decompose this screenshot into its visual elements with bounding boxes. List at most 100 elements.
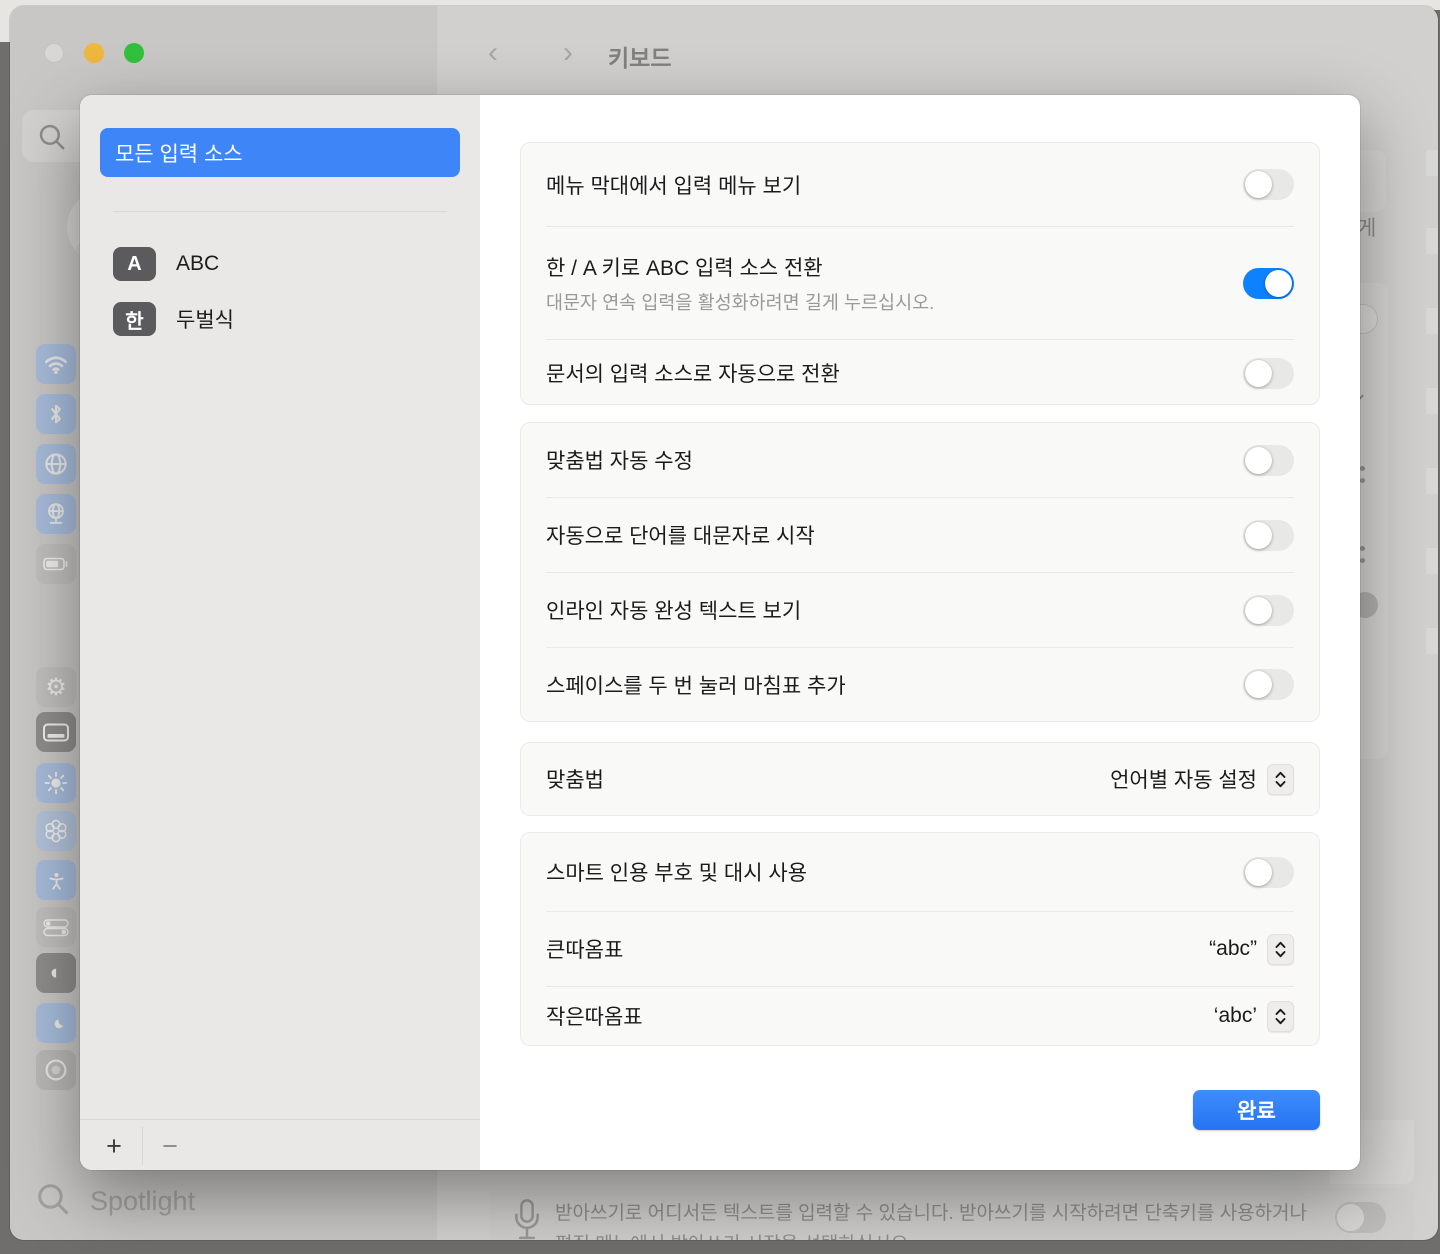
edge-blip: [1426, 308, 1438, 334]
auto-capitalize-toggle[interactable]: [1243, 520, 1294, 551]
setting-label: 작은따옴표: [546, 1001, 1214, 1031]
dots-fragment: [1360, 546, 1365, 551]
zoom-button[interactable]: [124, 43, 144, 63]
done-button[interactable]: 완료: [1193, 1090, 1320, 1130]
card-spelling: 맞춤법 언어별 자동 설정: [520, 742, 1320, 816]
double-space-period-toggle[interactable]: [1243, 669, 1294, 700]
toggles-icon: [43, 918, 69, 937]
card-smart-quotes: 스마트 인용 부호 및 대시 사용 큰따옴표 “abc” 작은따옴표 ‘abc’: [520, 832, 1320, 1046]
desktop-icon: [43, 723, 69, 742]
sidebar-item-siri[interactable]: [36, 1050, 76, 1090]
card-input-menu: 메뉴 막대에서 입력 메뉴 보기 한 / A 키로 ABC 입력 소스 전환 대…: [520, 142, 1320, 405]
sidebar-item-appearance[interactable]: ◐: [36, 953, 76, 993]
globe-stand-icon: [44, 502, 68, 526]
setting-label: 맞춤법 자동 수정: [546, 445, 1243, 475]
sidebar-item-displays[interactable]: [36, 763, 76, 803]
sheet-sidebar: 모든 입력 소스 A ABC 한 두벌식 + −: [80, 95, 480, 1170]
bluetooth-icon: [49, 403, 63, 425]
sidebar-item-general[interactable]: ⚙: [36, 667, 76, 707]
siri-icon: [44, 1058, 68, 1082]
selected-value: 언어별 자동 설정: [1110, 764, 1257, 794]
microphone-icon: [512, 1196, 542, 1240]
divider: [113, 211, 447, 212]
card-text-input: 맞춤법 자동 수정 자동으로 단어를 대문자로 시작 인라인 자동 완성 텍스트…: [520, 422, 1320, 722]
battery-icon: [43, 556, 69, 572]
setting-label: 문서의 입력 소스로 자동으로 전환: [546, 358, 1243, 388]
single-quote-select[interactable]: ‘abc’: [1214, 1001, 1294, 1032]
input-sources-sheet: 모든 입력 소스 A ABC 한 두벌식 + − 메뉴 막대에서 입력 메뉴 보…: [80, 95, 1360, 1170]
list-item-dubeolsik[interactable]: 한 두벌식: [113, 302, 234, 336]
globe-icon: [44, 452, 68, 476]
divider: [80, 1119, 480, 1120]
add-input-source-button[interactable]: +: [94, 1126, 134, 1166]
setting-label: 큰따옴표: [546, 934, 1209, 964]
sidebar-item-vpn[interactable]: [36, 494, 76, 534]
sidebar-item-control-center[interactable]: [36, 907, 76, 947]
half-circle-icon: ◐: [50, 961, 63, 985]
dots-fragment: [1360, 558, 1365, 563]
divider: [142, 1127, 143, 1165]
sidebar-item-wifi[interactable]: [36, 344, 76, 384]
forward-icon[interactable]: ›: [558, 38, 578, 68]
setting-label: 한 / A 키로 ABC 입력 소스 전환 대문자 연속 입력을 활성화하려면 …: [546, 252, 1243, 315]
dictation-description: 받아쓰기로 어디서든 텍스트를 입력할 수 있습니다. 받아쓰기를 시작하려면 …: [555, 1198, 1345, 1240]
gear-icon: ⚙: [45, 673, 67, 702]
sidebar-item-battery[interactable]: [36, 544, 76, 584]
edge-blip: [1426, 548, 1438, 574]
input-source-label: 두벌식: [176, 304, 234, 334]
dots-fragment: [1360, 466, 1365, 471]
setting-label: 스페이스를 두 번 눌러 마침표 추가: [546, 670, 1243, 700]
sidebar-item-spotlight[interactable]: Spotlight: [90, 1186, 195, 1217]
accessibility-icon: [44, 868, 69, 893]
dictation-toggle[interactable]: [1335, 1202, 1386, 1233]
minimize-button[interactable]: [84, 43, 104, 63]
input-menu-toggle[interactable]: [1243, 169, 1294, 200]
sidebar-item-accessibility[interactable]: [36, 860, 76, 900]
input-source-label: ABC: [176, 252, 219, 276]
selected-value: “abc”: [1209, 937, 1257, 961]
remove-input-source-button[interactable]: −: [150, 1126, 190, 1166]
updown-chevrons-icon: [1267, 764, 1294, 795]
caps-switch-toggle[interactable]: [1243, 268, 1294, 299]
edge-blip: [1426, 388, 1438, 414]
edge-blip: [1426, 628, 1438, 654]
auto-switch-toggle[interactable]: [1243, 358, 1294, 389]
edge-blip: [1426, 150, 1438, 176]
smart-quotes-toggle[interactable]: [1243, 857, 1294, 888]
spelling-select[interactable]: 언어별 자동 설정: [1110, 764, 1294, 795]
setting-label: 자동으로 단어를 대문자로 시작: [546, 520, 1243, 550]
sidebar-item-all-input-sources[interactable]: 모든 입력 소스: [100, 128, 460, 177]
spotlight-icon[interactable]: [36, 1182, 70, 1216]
selected-item-label: 모든 입력 소스: [115, 138, 243, 168]
flower-icon: [44, 819, 68, 843]
inline-predictions-toggle[interactable]: [1243, 595, 1294, 626]
updown-chevrons-icon: [1267, 934, 1294, 965]
sidebar-item-network[interactable]: [36, 444, 76, 484]
sidebar-item-desktop-dock[interactable]: [36, 712, 76, 752]
screen-moon-icon: [43, 1014, 69, 1033]
double-quote-select[interactable]: “abc”: [1209, 934, 1294, 965]
sidebar-item-wallpaper[interactable]: [36, 811, 76, 851]
setting-label: 메뉴 막대에서 입력 메뉴 보기: [546, 170, 1243, 200]
sun-icon: [44, 771, 68, 795]
dictation-section: 받아쓰기로 어디서든 텍스트를 입력할 수 있습니다. 받아쓰기를 시작하려면 …: [490, 1188, 1414, 1240]
list-item-abc[interactable]: A ABC: [113, 247, 219, 281]
wifi-icon: [43, 353, 69, 375]
back-icon[interactable]: ‹: [483, 38, 503, 68]
close-button[interactable]: [44, 43, 64, 63]
edge-blip: [1426, 468, 1438, 494]
setting-sublabel: 대문자 연속 입력을 활성화하려면 길게 누르십시오.: [546, 289, 1243, 315]
setting-label: 인라인 자동 완성 텍스트 보기: [546, 595, 1243, 625]
input-source-badge: A: [113, 247, 156, 281]
search-icon: [38, 123, 66, 151]
page-title: 키보드: [608, 39, 671, 73]
sidebar-item-screensaver[interactable]: [36, 1003, 76, 1043]
setting-label: 맞춤법: [546, 764, 1110, 794]
spell-correct-toggle[interactable]: [1243, 445, 1294, 476]
selected-value: ‘abc’: [1214, 1004, 1257, 1028]
sidebar-item-bluetooth[interactable]: [36, 394, 76, 434]
updown-chevrons-icon: [1267, 1001, 1294, 1032]
dots-fragment: [1360, 478, 1365, 483]
input-source-badge: 한: [113, 302, 156, 336]
setting-label: 스마트 인용 부호 및 대시 사용: [546, 857, 1243, 887]
